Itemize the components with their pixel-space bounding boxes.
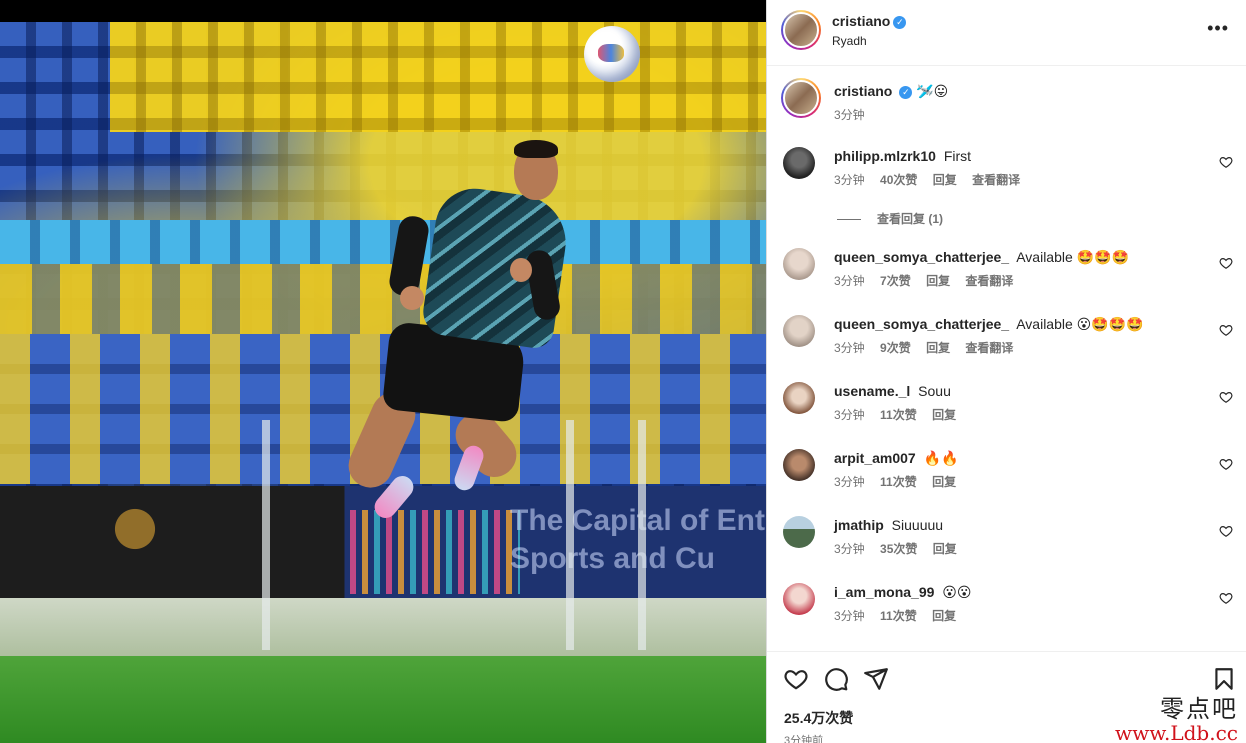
comment-item: arpit_am007 🔥🔥 3分钟 11次赞 回复 bbox=[767, 449, 1246, 509]
watermark-title: 零点吧 bbox=[1160, 695, 1238, 723]
commenter-avatar[interactable] bbox=[783, 248, 815, 280]
comment-likes[interactable]: 11次赞 bbox=[880, 408, 917, 422]
like-comment-heart-icon[interactable] bbox=[1219, 591, 1233, 605]
verified-badge-icon: ✓ bbox=[899, 86, 913, 99]
comment-time: 3分钟 bbox=[834, 542, 865, 556]
view-replies-button[interactable]: 查看回复 (1) bbox=[837, 210, 943, 227]
like-comment-heart-icon[interactable] bbox=[1219, 390, 1233, 404]
comment-bubble-icon[interactable] bbox=[823, 666, 849, 692]
post-caption: cristiano ✓ 🛩️😛 3分钟 bbox=[767, 74, 1246, 134]
comment-likes[interactable]: 7次赞 bbox=[880, 274, 911, 288]
save-bookmark-icon[interactable] bbox=[1211, 666, 1237, 692]
site-watermark: 零点吧 www.Ldb.cc bbox=[1115, 697, 1238, 743]
view-replies-label: 查看回复 (1) bbox=[877, 212, 944, 226]
like-heart-icon[interactable] bbox=[783, 666, 809, 692]
more-options-icon[interactable]: ••• bbox=[1207, 18, 1229, 39]
comment-text: 🔥🔥 bbox=[923, 450, 959, 466]
post-header: cristiano ✓ Ryadh ••• bbox=[767, 0, 1246, 66]
comment-likes[interactable]: 11次赞 bbox=[880, 609, 917, 623]
post-side-panel: cristiano ✓ Ryadh ••• cristiano ✓ 🛩️😛 3分钟 … bbox=[766, 0, 1246, 743]
comment-text: Siuuuuu bbox=[891, 517, 944, 533]
caption-text: 🛩️😛 bbox=[916, 83, 949, 99]
commenter-username[interactable]: queen_somya_chatterjee_ bbox=[834, 249, 1009, 265]
player-figure bbox=[341, 140, 572, 550]
author-avatar[interactable] bbox=[781, 10, 821, 50]
comment-likes[interactable]: 40次赞 bbox=[880, 173, 917, 187]
author-username[interactable]: cristiano bbox=[832, 13, 890, 29]
like-comment-heart-icon[interactable] bbox=[1219, 155, 1233, 169]
comment-text: Available 😮🤩🤩🤩 bbox=[1016, 316, 1144, 332]
commenter-username[interactable]: philipp.mlzrk10 bbox=[834, 148, 936, 164]
translate-button[interactable]: 查看翻译 bbox=[972, 173, 1020, 187]
pitch-grass bbox=[0, 656, 766, 743]
comment-item: philipp.mlzrk10 First 3分钟 40次赞 回复 查看翻译 bbox=[767, 147, 1246, 207]
comment-time: 3分钟 bbox=[834, 274, 865, 288]
reply-button[interactable]: 回复 bbox=[926, 274, 950, 288]
reply-button[interactable]: 回复 bbox=[926, 341, 950, 355]
comment-text: First bbox=[943, 148, 972, 164]
commenter-username[interactable]: arpit_am007 bbox=[834, 450, 916, 466]
pitch-fence bbox=[0, 598, 766, 656]
caption-time: 3分钟 bbox=[834, 108, 865, 122]
commenter-avatar[interactable] bbox=[783, 382, 815, 414]
reply-button[interactable]: 回复 bbox=[933, 542, 957, 556]
commenter-username[interactable]: i_am_mona_99 bbox=[834, 584, 934, 600]
reply-button[interactable]: 回复 bbox=[932, 609, 956, 623]
post-location[interactable]: Ryadh bbox=[832, 34, 867, 48]
comment-likes[interactable]: 35次赞 bbox=[880, 542, 917, 556]
like-count[interactable]: 25.4万次赞 bbox=[784, 708, 853, 728]
like-comment-heart-icon[interactable] bbox=[1219, 323, 1233, 337]
comment-text: Souu bbox=[918, 383, 951, 399]
comment-time: 3分钟 bbox=[834, 408, 865, 422]
comment-item: queen_somya_chatterjee_ Available 😮🤩🤩🤩 3… bbox=[767, 315, 1246, 375]
comment-time: 3分钟 bbox=[834, 173, 865, 187]
reply-button[interactable]: 回复 bbox=[932, 475, 956, 489]
comment-likes[interactable]: 9次赞 bbox=[880, 341, 911, 355]
watermark-url: www.Ldb.cc bbox=[1115, 721, 1238, 743]
comment-item: jmathip Siuuuuu 3分钟 35次赞 回复 bbox=[767, 516, 1246, 576]
comment-time: 3分钟 bbox=[834, 475, 865, 489]
comment-item: usename._l Souu 3分钟 11次赞 回复 bbox=[767, 382, 1246, 442]
reply-button[interactable]: 回复 bbox=[933, 173, 957, 187]
comment-item: i_am_mona_99 😮😮 3分钟 11次赞 回复 bbox=[767, 583, 1246, 643]
like-comment-heart-icon[interactable] bbox=[1219, 457, 1233, 471]
translate-button[interactable]: 查看翻译 bbox=[965, 341, 1013, 355]
like-comment-heart-icon[interactable] bbox=[1219, 256, 1233, 270]
commenter-avatar[interactable] bbox=[783, 516, 815, 548]
football bbox=[584, 26, 640, 82]
club-logo bbox=[100, 494, 170, 564]
comment-time: 3分钟 bbox=[834, 341, 865, 355]
goal-post-left bbox=[262, 420, 270, 650]
commenter-username[interactable]: usename._l bbox=[834, 383, 910, 399]
commenter-avatar[interactable] bbox=[783, 449, 815, 481]
like-comment-heart-icon[interactable] bbox=[1219, 524, 1233, 538]
commenter-username[interactable]: queen_somya_chatterjee_ bbox=[834, 316, 1009, 332]
caption-username[interactable]: cristiano bbox=[834, 83, 892, 99]
comment-item: queen_somya_chatterjee_ Available 🤩🤩🤩 3分… bbox=[767, 248, 1246, 308]
view-replies-line bbox=[837, 219, 861, 221]
stadium-stands-yellow bbox=[110, 22, 766, 132]
commenter-username[interactable]: jmathip bbox=[834, 517, 884, 533]
share-send-icon[interactable] bbox=[863, 666, 889, 692]
commenter-avatar[interactable] bbox=[783, 583, 815, 615]
post-photo[interactable]: The Capital of Enter Sports and Cu bbox=[0, 0, 766, 743]
comment-time: 3分钟 bbox=[834, 609, 865, 623]
caption-author-avatar[interactable] bbox=[781, 78, 821, 118]
reply-button[interactable]: 回复 bbox=[932, 408, 956, 422]
commenter-avatar[interactable] bbox=[783, 315, 815, 347]
comment-text: Available 🤩🤩🤩 bbox=[1016, 249, 1129, 265]
comment-text: 😮😮 bbox=[942, 584, 972, 600]
photo-top-bar bbox=[0, 0, 766, 22]
goal-post-right bbox=[638, 420, 646, 650]
verified-badge-icon: ✓ bbox=[893, 16, 907, 29]
comment-likes[interactable]: 11次赞 bbox=[880, 475, 917, 489]
translate-button[interactable]: 查看翻译 bbox=[965, 274, 1013, 288]
commenter-avatar[interactable] bbox=[783, 147, 815, 179]
post-time: 3分钟前 bbox=[784, 735, 824, 743]
